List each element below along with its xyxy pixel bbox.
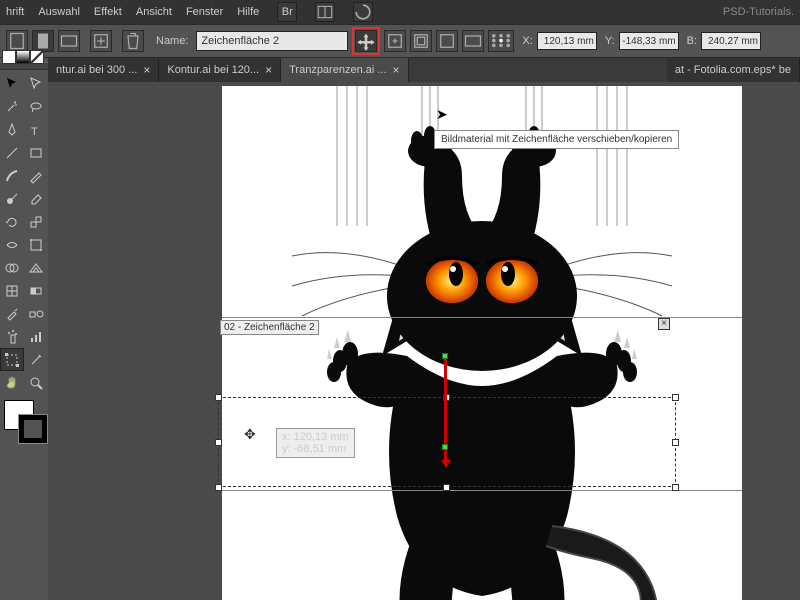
move-cursor-icon: ✥ [244,426,256,443]
tab-bar: ntur.ai bei 300 ...× Kontur.ai bei 120..… [48,58,800,82]
menu-item[interactable]: Ansicht [136,6,172,18]
pen-tool-icon[interactable] [0,118,24,141]
artboard-tool-icon[interactable] [0,348,24,371]
eyedropper-tool-icon[interactable] [0,302,24,325]
rectangle-tool-icon[interactable] [24,141,48,164]
menu-item[interactable]: Effekt [94,6,122,18]
gradient-tool-icon[interactable] [24,279,48,302]
none-mode-icon[interactable] [30,50,44,64]
type-tool-icon[interactable]: T [24,118,48,141]
w-label: B: [687,35,697,47]
menu-item[interactable]: hrift [6,6,24,18]
cursor-icon: ➤ [436,106,448,123]
selection-tool-icon[interactable] [0,72,24,95]
selection-handle[interactable] [672,439,679,446]
brand-label: PSD-Tutorials. [723,6,794,18]
orient-portrait-icon[interactable] [32,30,54,52]
canvas[interactable]: 02 - Zeichenfläche 2 × ✥ x: 120,13 mmy: … [72,82,800,600]
x-input[interactable] [537,32,597,50]
blend-tool-icon[interactable] [24,302,48,325]
selection-handle[interactable] [672,484,679,491]
eraser-tool-icon[interactable] [24,187,48,210]
lasso-tool-icon[interactable] [24,95,48,118]
menu-item[interactable]: Auswahl [38,6,80,18]
menu-item[interactable]: Fenster [186,6,223,18]
hand-tool-icon[interactable] [0,371,24,394]
tooltip: Bildmaterial mit Zeichenfläche verschieb… [434,130,679,149]
color-swatches[interactable] [0,398,48,450]
doc-setup-icon[interactable] [6,30,28,52]
close-icon[interactable]: × [143,63,150,77]
close-icon[interactable]: × [393,63,400,77]
perspective-grid-tool-icon[interactable] [24,256,48,279]
sync-icon[interactable] [353,2,373,22]
zoom-tool-icon[interactable] [24,371,48,394]
w-input[interactable] [701,32,761,50]
delete-artboard-icon[interactable] [122,30,144,52]
y-label: Y: [605,35,615,47]
svg-text:T: T [31,126,38,138]
gradient-mode-icon[interactable] [16,50,30,64]
symbol-sprayer-tool-icon[interactable] [0,325,24,348]
slice-tool-icon[interactable] [24,348,48,371]
document-tab[interactable]: ntur.ai bei 300 ...× [48,58,159,82]
width-tool-icon[interactable] [0,233,24,256]
measurement-tooltip: x: 120,13 mmy: -68,51 mm [276,428,355,458]
stroke-swatch[interactable] [18,414,48,444]
free-transform-tool-icon[interactable] [24,233,48,256]
selection-handle[interactable] [672,394,679,401]
selection-handle[interactable] [215,439,222,446]
scale-tool-icon[interactable] [24,210,48,233]
artboard-close-icon[interactable]: × [658,318,670,330]
move-artwork-with-artboard-button[interactable] [355,30,377,52]
x-label: X: [522,35,532,47]
align-option-icon[interactable] [384,30,406,52]
arrange-icon[interactable] [315,2,335,22]
orient-landscape-icon[interactable] [58,30,80,52]
document-area: ntur.ai bei 300 ...× Kontur.ai bei 120..… [48,58,800,600]
align-option-icon[interactable] [436,30,458,52]
blob-brush-tool-icon[interactable] [0,187,24,210]
artboard-label: 02 - Zeichenfläche 2 [220,320,319,335]
mesh-tool-icon[interactable] [0,279,24,302]
menu-bar: hrift Auswahl Effekt Ansicht Fenster Hil… [0,0,800,24]
pencil-tool-icon[interactable] [24,164,48,187]
options-bar: Name: X: Y: B: [0,24,800,58]
graph-tool-icon[interactable] [24,325,48,348]
new-artboard-icon[interactable] [90,30,112,52]
guide-line [222,490,742,491]
target-marker [442,444,448,450]
shape-builder-tool-icon[interactable] [0,256,24,279]
menu-item[interactable]: Hilfe [237,6,259,18]
selection-handle[interactable] [443,484,450,491]
selection-handle[interactable] [215,484,222,491]
document-tab[interactable]: Kontur.ai bei 120...× [159,58,281,82]
direct-selection-tool-icon[interactable] [24,72,48,95]
move-with-artboard-highlight [352,27,380,55]
name-label: Name: [156,35,188,47]
align-option-icon[interactable] [410,30,432,52]
y-input[interactable] [619,32,679,50]
toolbox: T [0,58,48,600]
reference-grid-icon[interactable] [488,30,514,52]
magic-wand-tool-icon[interactable] [0,95,24,118]
document-tab[interactable]: at - Fotolia.com.eps* be [667,58,800,82]
rotate-tool-icon[interactable] [0,210,24,233]
align-option-icon[interactable] [462,30,484,52]
artwork-cat [222,86,742,600]
close-icon[interactable]: × [265,63,272,77]
selection-handle[interactable] [215,394,222,401]
brush-tool-icon[interactable] [0,164,24,187]
line-tool-icon[interactable] [0,141,24,164]
bridge-icon[interactable]: Br [277,2,297,22]
document-tab[interactable]: Tranzparenzen.ai ...× [281,58,408,82]
color-mode-icon[interactable] [2,50,16,64]
origin-marker [442,353,448,359]
artboard-name-input[interactable] [196,31,348,51]
move-arrow-icon [441,360,449,468]
